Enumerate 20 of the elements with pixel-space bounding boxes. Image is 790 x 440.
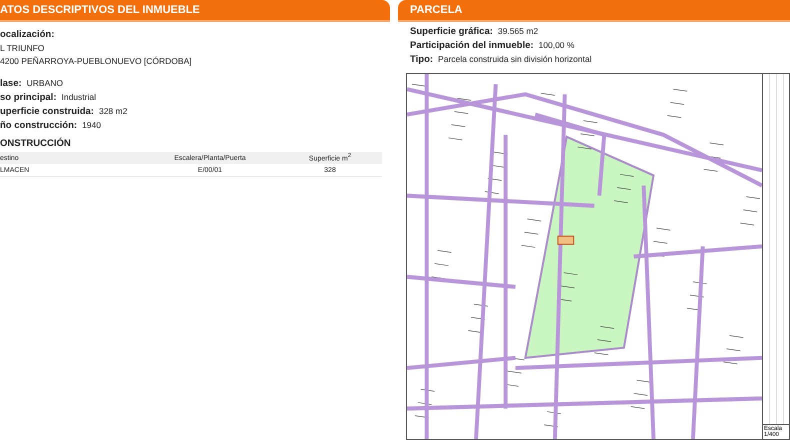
field-label: uperficie construida:: [0, 106, 94, 117]
field-value: URBANO: [26, 78, 64, 88]
section-subtitle: ONSTRUCCIÓN: [0, 138, 72, 149]
field-label: so principal:: [0, 92, 56, 103]
field-value: 100,00 %: [538, 40, 574, 50]
field-value: 39.565 m2: [498, 26, 538, 36]
field-label: Tipo:: [410, 54, 434, 65]
field-value: Industrial: [61, 92, 96, 102]
field-value: 1940: [82, 120, 101, 130]
section-header: ATOS DESCRIPTIVOS DEL INMUEBLE: [0, 0, 390, 20]
field-label: ocalización:: [0, 29, 56, 40]
field-label: Participación del inmueble:: [410, 40, 534, 51]
field-value: Parcela construida sin división horizontal: [438, 54, 592, 64]
address-line: 4200 PEÑARROYA-PUEBLONUEVO [CÓRDOBA]: [0, 56, 193, 66]
field-label: ño construcción:: [0, 120, 78, 131]
address-line: L TRIUNFO: [0, 43, 46, 53]
field-label: Superficie gráfica:: [410, 26, 493, 37]
section-header: PARCELA: [398, 0, 790, 20]
field-label: lase:: [0, 78, 22, 89]
field-value: 328 m2: [98, 106, 128, 116]
